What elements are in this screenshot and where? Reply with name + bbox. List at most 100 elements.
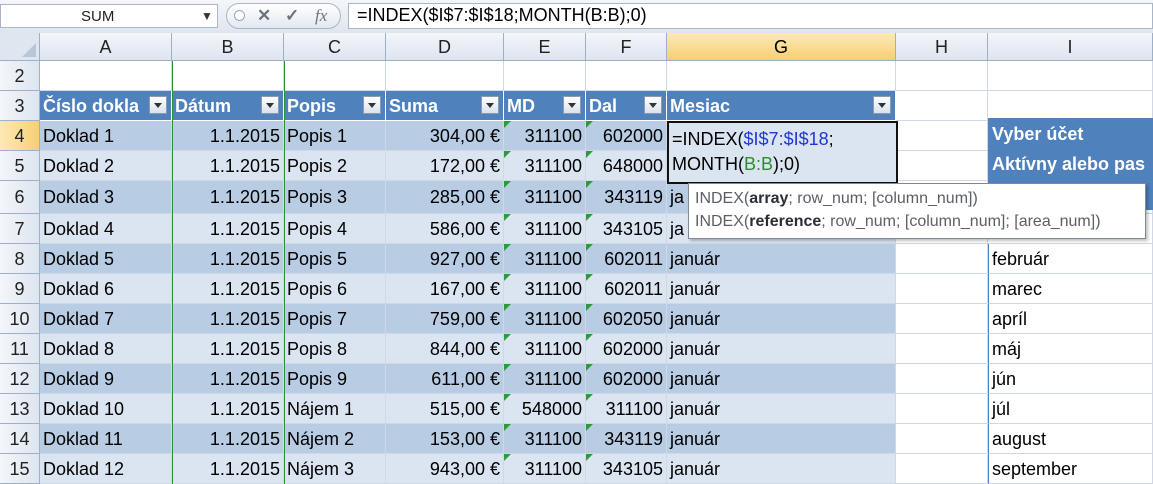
column-i-month[interactable]: apríl [988,304,1153,334]
table-cell-a[interactable]: Doklad 3 [40,181,172,214]
table-cell-e[interactable]: 311100 [504,424,586,454]
column-i-month[interactable]: máj [988,334,1153,364]
expand-handle-icon[interactable] [234,10,245,21]
select-all-corner[interactable] [0,33,40,61]
cell-empty[interactable] [896,454,988,484]
table-cell-c[interactable]: Nájem 1 [284,394,386,424]
table-cell-d[interactable]: 611,00 € [386,364,504,394]
row-header-6[interactable]: 6 [0,181,40,214]
table-cell-a[interactable]: Doklad 2 [40,151,172,181]
table-cell-e[interactable]: 311100 [504,214,586,244]
table-cell-b[interactable]: 1.1.2015 [172,244,284,274]
table-cell-a[interactable]: Doklad 11 [40,424,172,454]
table-cell-d[interactable]: 167,00 € [386,274,504,304]
table-cell-f[interactable]: 602000 [586,364,667,394]
cell-empty[interactable] [586,61,667,91]
table-cell-b[interactable]: 1.1.2015 [172,181,284,214]
table-cell-d[interactable]: 759,00 € [386,304,504,334]
table-cell-b[interactable]: 1.1.2015 [172,214,284,244]
table-header-f[interactable]: Dal [586,91,667,121]
cell-empty[interactable] [896,334,988,364]
row-header-14[interactable]: 14 [0,424,40,454]
table-cell-d[interactable]: 304,00 € [386,121,504,151]
table-cell-d[interactable]: 844,00 € [386,334,504,364]
table-cell-g[interactable]: január [667,334,896,364]
table-cell-e[interactable]: 311100 [504,454,586,484]
active-edit-cell[interactable]: =INDEX($I$7:$I$18; MONTH(B:B);0) [667,121,898,184]
table-cell-f[interactable]: 602011 [586,244,667,274]
table-cell-d[interactable]: 172,00 € [386,151,504,181]
table-cell-c[interactable]: Popis 2 [284,151,386,181]
column-header-a[interactable]: A [40,33,172,61]
table-header-a[interactable]: Číslo dokla [40,91,172,121]
column-i-month[interactable]: júl [988,394,1153,424]
table-cell-d[interactable]: 943,00 € [386,454,504,484]
table-cell-e[interactable]: 311100 [504,151,586,181]
filter-dropdown-icon[interactable] [261,96,279,114]
row-header-5[interactable]: 5 [0,151,40,181]
table-cell-a[interactable]: Doklad 1 [40,121,172,151]
cell-empty[interactable] [504,61,586,91]
table-cell-a[interactable]: Doklad 9 [40,364,172,394]
table-cell-c[interactable]: Popis 8 [284,334,386,364]
table-cell-g[interactable]: január [667,454,896,484]
column-header-g[interactable]: G [667,33,896,61]
cell-empty[interactable] [896,304,988,334]
row-header-7[interactable]: 7 [0,214,40,244]
table-cell-f[interactable]: 602050 [586,304,667,334]
cell-empty[interactable] [896,91,988,121]
row-header-4[interactable]: 4 [0,121,40,151]
table-cell-a[interactable]: Doklad 7 [40,304,172,334]
table-cell-d[interactable]: 927,00 € [386,244,504,274]
table-cell-e[interactable]: 311100 [504,121,586,151]
enter-icon[interactable]: ✓ [285,6,299,26]
table-cell-a[interactable]: Doklad 12 [40,454,172,484]
row-header-15[interactable]: 15 [0,454,40,484]
table-cell-c[interactable]: Popis 3 [284,181,386,214]
table-cell-f[interactable]: 343105 [586,454,667,484]
table-cell-f[interactable]: 648000 [586,151,667,181]
column-header-d[interactable]: D [386,33,504,61]
table-cell-f[interactable]: 343119 [586,181,667,214]
cell-empty[interactable] [896,244,988,274]
row-header-13[interactable]: 13 [0,394,40,424]
table-cell-e[interactable]: 311100 [504,181,586,214]
table-header-e[interactable]: MD [504,91,586,121]
table-cell-b[interactable]: 1.1.2015 [172,151,284,181]
cell-empty[interactable] [386,61,504,91]
cell-empty[interactable] [896,424,988,454]
cell-empty[interactable] [172,61,284,91]
table-cell-a[interactable]: Doklad 8 [40,334,172,364]
row-header-11[interactable]: 11 [0,334,40,364]
column-i-month[interactable]: jún [988,364,1153,394]
table-cell-g[interactable]: január [667,274,896,304]
cell-empty[interactable] [988,91,1153,121]
table-cell-c[interactable]: Popis 1 [284,121,386,151]
row-header-10[interactable]: 10 [0,304,40,334]
column-header-f[interactable]: F [586,33,667,61]
row-header-2[interactable]: 2 [0,61,40,91]
table-cell-f[interactable]: 343105 [586,214,667,244]
table-cell-b[interactable]: 1.1.2015 [172,454,284,484]
table-cell-c[interactable]: Nájem 2 [284,424,386,454]
table-cell-b[interactable]: 1.1.2015 [172,424,284,454]
cell-empty[interactable] [284,61,386,91]
table-cell-e[interactable]: 311100 [504,304,586,334]
cell-empty[interactable] [896,151,988,181]
tooltip-line1[interactable]: INDEX(array; row_num; [column_num]) [695,187,1145,210]
table-cell-e[interactable]: 311100 [504,334,586,364]
table-cell-e[interactable]: 311100 [504,244,586,274]
table-cell-a[interactable]: Doklad 10 [40,394,172,424]
filter-dropdown-icon[interactable] [873,96,891,114]
column-i-month[interactable]: september [988,454,1153,484]
table-cell-b[interactable]: 1.1.2015 [172,334,284,364]
column-i-month[interactable]: august [988,424,1153,454]
name-box[interactable]: SUM ▼ [0,4,218,28]
table-header-b[interactable]: Dátum [172,91,284,121]
column-header-e[interactable]: E [504,33,586,61]
filter-dropdown-icon[interactable] [149,96,167,114]
table-cell-b[interactable]: 1.1.2015 [172,304,284,334]
row-header-9[interactable]: 9 [0,274,40,304]
filter-dropdown-icon[interactable] [481,96,499,114]
cell-empty[interactable] [896,274,988,304]
